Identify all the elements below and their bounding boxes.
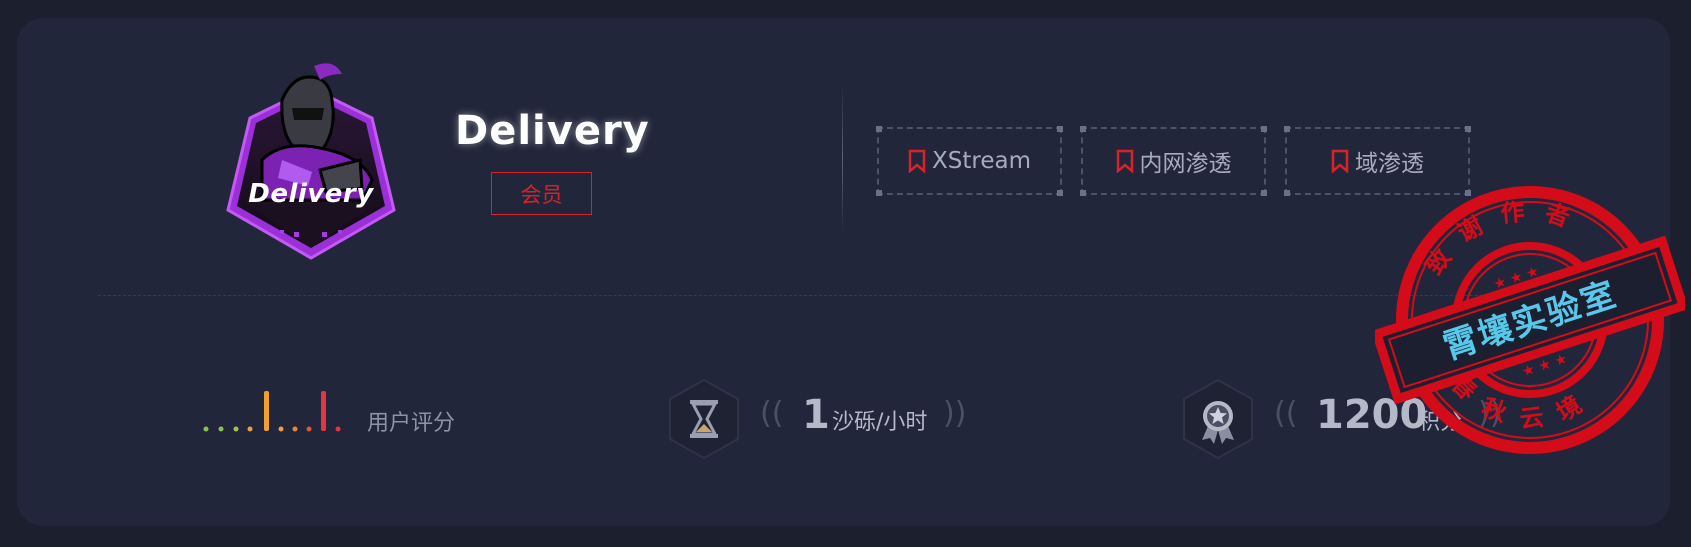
stamp-top-text: 致谢作者 bbox=[1420, 197, 1572, 280]
bookmark-icon bbox=[908, 149, 926, 173]
tag-label: XStream bbox=[932, 148, 1031, 174]
seal-stamp: 致谢作者 春秋云境 ★ ★ ★ ★ ★ ★ 霄壤实验室 bbox=[1375, 186, 1685, 454]
medal-icon bbox=[1183, 378, 1253, 460]
logo-wordmark: Delivery bbox=[248, 179, 374, 209]
time-unit: 沙砾/小时 bbox=[832, 410, 928, 435]
vertical-divider bbox=[842, 85, 843, 233]
bookmark-icon bbox=[1116, 149, 1133, 173]
bracket-left: (( bbox=[760, 396, 784, 431]
horizontal-divider bbox=[98, 295, 1588, 296]
user-name: Delivery bbox=[455, 108, 650, 154]
tag-xstream[interactable]: XStream bbox=[876, 126, 1063, 196]
time-value: 1 bbox=[802, 392, 830, 438]
avatar: Delivery bbox=[222, 60, 400, 260]
bracket-left: (( bbox=[1274, 396, 1298, 431]
tag-label: 域渗透 bbox=[1355, 151, 1424, 177]
bracket-right: )) bbox=[943, 396, 967, 431]
member-badge: 会员 bbox=[491, 172, 592, 215]
tag-label: 内网渗透 bbox=[1139, 151, 1232, 177]
hourglass-icon bbox=[669, 378, 739, 460]
svg-text:致谢作者: 致谢作者 bbox=[1420, 197, 1590, 280]
bookmark-icon bbox=[1331, 149, 1349, 173]
tag-intranet-pentest[interactable]: 内网渗透 bbox=[1080, 126, 1267, 196]
rating-bars-icon bbox=[203, 391, 341, 432]
rating-label: 用户评分 bbox=[367, 411, 456, 436]
knight-logo-icon bbox=[226, 63, 396, 260]
